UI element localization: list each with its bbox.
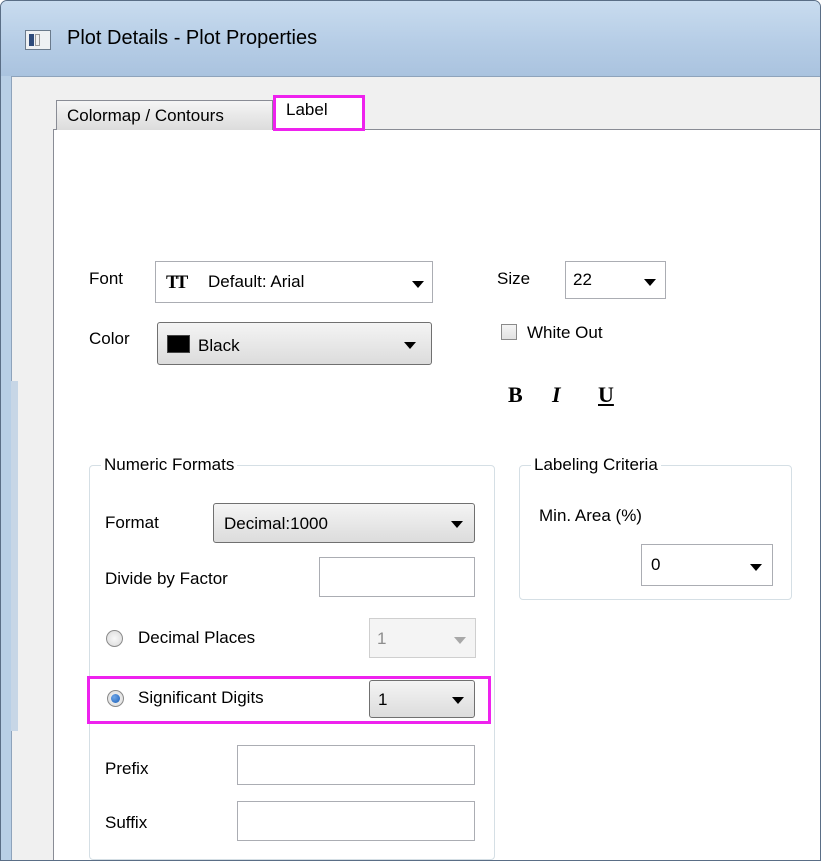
chevron-down-icon	[451, 521, 463, 528]
dialog-window: Plot Details - Plot Properties Colormap …	[0, 0, 821, 861]
labeling-criteria-title: Labeling Criteria	[531, 455, 661, 475]
size-dropdown[interactable]: 22	[565, 261, 666, 299]
min-area-label: Min. Area (%)	[539, 506, 642, 525]
font-value: Default: Arial	[208, 272, 305, 291]
suffix-input[interactable]	[237, 801, 475, 841]
significant-digits-label: Significant Digits	[138, 688, 264, 707]
white-out-label: White Out	[527, 323, 603, 342]
italic-button[interactable]: I	[552, 382, 561, 408]
format-value: Decimal:1000	[224, 514, 328, 533]
chevron-down-icon	[454, 637, 466, 644]
color-swatch	[167, 335, 190, 353]
white-out-checkbox[interactable]	[501, 324, 517, 340]
size-label: Size	[497, 269, 531, 288]
prefix-input[interactable]	[237, 745, 475, 785]
chevron-down-icon	[452, 697, 464, 704]
significant-digits-dropdown[interactable]: 1	[369, 680, 475, 718]
tab-colormap-contours-label: Colormap / Contours	[67, 106, 224, 125]
decimal-places-label: Decimal Places	[138, 628, 256, 647]
title-bar[interactable]: Plot Details - Plot Properties	[1, 1, 820, 76]
significant-digits-value: 1	[378, 690, 388, 709]
chevron-down-icon	[750, 564, 762, 571]
decimal-places-dropdown[interactable]: 1	[369, 618, 476, 658]
numeric-formats-title: Numeric Formats	[101, 455, 238, 475]
chevron-down-icon	[644, 279, 656, 286]
bold-button[interactable]: B	[508, 382, 523, 408]
left-panel-strip	[11, 381, 18, 731]
truetype-font-icon: TT	[166, 272, 188, 293]
underline-button[interactable]: U	[598, 382, 614, 408]
tab-label[interactable]: Label	[273, 95, 365, 131]
font-dropdown[interactable]: TT Default: Arial	[155, 261, 433, 303]
divide-by-factor-label: Divide by Factor	[105, 569, 228, 588]
radio-selected-dot	[111, 694, 120, 703]
size-value: 22	[573, 270, 592, 289]
tab-colormap-contours[interactable]: Colormap / Contours	[56, 100, 273, 130]
min-area-dropdown[interactable]: 0	[641, 544, 773, 586]
format-dropdown[interactable]: Decimal:1000	[213, 503, 475, 543]
decimal-places-value: 1	[377, 629, 387, 648]
font-label: Font	[89, 269, 124, 288]
color-label: Color	[89, 329, 130, 348]
window-title: Plot Details - Plot Properties	[67, 27, 318, 49]
suffix-label: Suffix	[105, 813, 148, 832]
format-label: Format	[105, 513, 159, 532]
tab-label-label: Label	[286, 100, 328, 119]
divide-by-factor-input[interactable]	[319, 557, 475, 597]
prefix-label: Prefix	[105, 759, 149, 778]
decimal-places-radio[interactable]	[106, 630, 123, 647]
chevron-down-icon	[404, 342, 416, 349]
min-area-value: 0	[651, 555, 661, 574]
color-value: Black	[198, 336, 240, 355]
chevron-down-icon	[412, 281, 424, 288]
significant-digits-radio[interactable]	[107, 690, 124, 707]
color-dropdown[interactable]: Black	[157, 322, 432, 365]
app-icon	[25, 30, 51, 50]
